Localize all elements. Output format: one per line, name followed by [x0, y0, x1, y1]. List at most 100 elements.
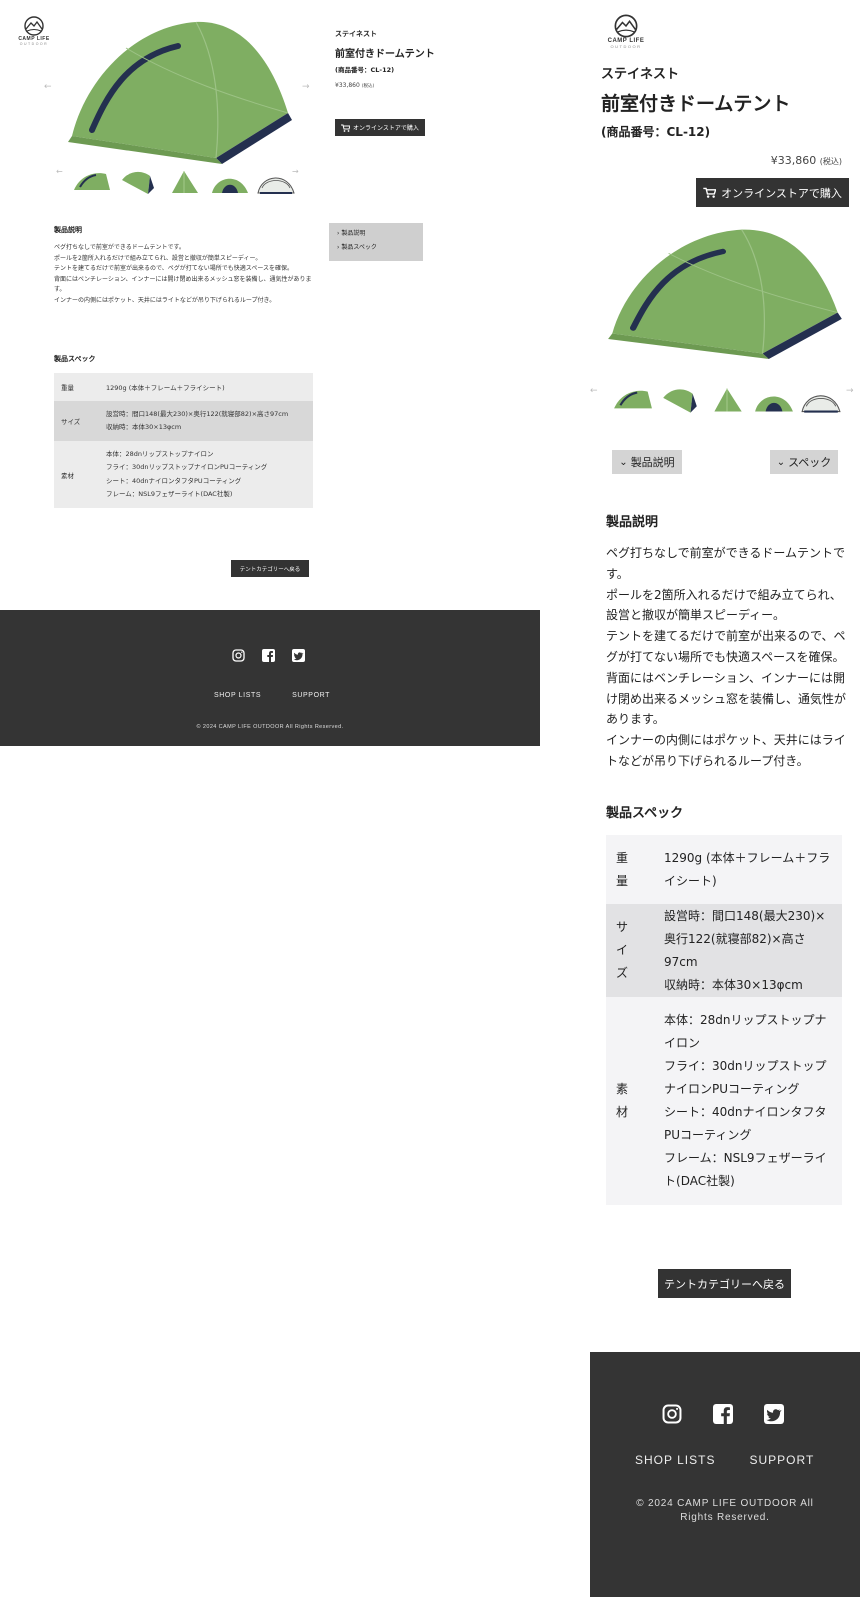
gallery-next-arrow[interactable]: →	[302, 82, 310, 92]
thumbnail[interactable]	[659, 385, 701, 415]
sns-links	[662, 1404, 784, 1424]
product-price-row: ¥33,860 (税込)	[771, 154, 842, 167]
footer-link-shop-lists[interactable]: SHOP LISTS	[214, 692, 261, 699]
thumbs-prev-arrow[interactable]: ←	[56, 167, 63, 176]
thumbnail-strip	[72, 168, 295, 196]
description-line: ペグ打ちなしで前室ができるドームテントです。	[54, 244, 185, 251]
description-heading: 製品説明	[54, 226, 82, 234]
spec-label: 重量	[61, 384, 74, 392]
spec-value: 設営時：間口148(最大230)×奥行122(就寝部82)×高さ97cm 収納時…	[664, 908, 826, 992]
back-to-category-button[interactable]: テントカテゴリーへ戻る	[658, 1269, 791, 1298]
description-heading: 製品説明	[606, 515, 659, 530]
thumbnail[interactable]	[612, 385, 654, 415]
site-footer: SHOP LISTS SUPPORT © 2024 CAMP LIFE OUTD…	[590, 1352, 860, 1597]
thumbnail[interactable]	[164, 168, 204, 196]
brand-logo[interactable]: CAMP LIFE OUTDOOR	[13, 16, 55, 46]
thumbnail[interactable]	[256, 168, 296, 196]
thumbnail[interactable]	[210, 168, 250, 196]
mountain-logo-icon	[614, 14, 638, 38]
back-to-category-button[interactable]: テントカテゴリーへ戻る	[231, 560, 309, 577]
instagram-icon[interactable]	[662, 1404, 682, 1424]
facebook-icon[interactable]	[713, 1404, 733, 1424]
spec-table: 重量 1290g (本体＋フレーム＋フライシート) サイズ 設営時：間口148(…	[606, 835, 842, 1205]
spec-row-material: 素材 本体：28dnリップストップナイロン フライ：30dnリップストップナイロ…	[54, 441, 313, 508]
description-line: ペグ打ちなしで前室ができるドームテントです。	[606, 546, 846, 581]
spec-label: 重量	[616, 850, 629, 888]
cart-icon	[703, 187, 717, 198]
thumbnail[interactable]	[118, 168, 158, 196]
tax-note: (税込)	[819, 157, 842, 166]
spec-value: 1290g (本体＋フレーム＋フライシート)	[664, 850, 831, 888]
description-line: 背面にはベンチレーション、インナーには開け閉め出来るメッシュ窓を装備し、通気性が…	[54, 275, 312, 294]
spec-value: 1290g (本体＋フレーム＋フライシート)	[106, 384, 225, 392]
gallery-prev-arrow[interactable]: ←	[44, 82, 52, 92]
description-line: ポールを2箇所入れるだけで組み立てられ、設営と撤収が簡単スピーディー。	[606, 587, 842, 623]
thumbs-next-arrow[interactable]: →	[292, 167, 299, 176]
spec-value: 本体：28dnリップストップナイロン フライ：30dnリップストップナイロンPU…	[106, 449, 268, 499]
description-body: ペグ打ちなしで前室ができるドームテントです。 ポールを2箇所入れるだけで組み立て…	[606, 543, 846, 772]
brand-sub: OUTDOOR	[610, 44, 642, 49]
anchor-link-description[interactable]: ⌄ 製品説明	[612, 450, 682, 474]
thumbnail-strip	[612, 385, 841, 415]
anchor-link-spec[interactable]: ⌄ スペック	[770, 450, 838, 474]
footer-link-shop-lists[interactable]: SHOP LISTS	[635, 1453, 715, 1467]
product-title: 前室付きドームテント	[335, 49, 435, 60]
cart-icon	[341, 124, 351, 132]
thumbs-prev-arrow[interactable]: ←	[590, 386, 598, 396]
buy-online-button[interactable]: オンラインストアで購入	[696, 178, 849, 207]
facebook-icon[interactable]	[262, 649, 275, 662]
mountain-logo-icon	[24, 16, 44, 36]
product-price: ¥33,860	[770, 154, 817, 167]
spec-label: 素材	[616, 1082, 629, 1119]
spec-value: 本体：28dnリップストップナイロン フライ：30dnリップストップナイロンPU…	[664, 1013, 827, 1188]
footer-link-support[interactable]: SUPPORT	[292, 692, 330, 699]
thumbnail[interactable]	[753, 385, 795, 415]
anchor-link-description[interactable]: › 製品説明	[337, 228, 415, 237]
brand-sub: OUTDOOR	[19, 42, 49, 46]
thumbnail[interactable]	[706, 385, 748, 415]
twitter-icon[interactable]	[764, 1404, 784, 1424]
description-line: テントを建てるだけで前室が出来るので、ペグが打てない場所でも快適スペースを確保。	[54, 265, 294, 272]
product-code: (商品番号：CL-12)	[335, 66, 395, 74]
main-product-image	[606, 226, 846, 359]
spec-value: 設営時：間口148(最大230)×奥行122(就寝部82)×高さ97cm 収納時…	[106, 410, 289, 431]
product-price: ¥33,860	[335, 82, 360, 89]
description-line: ポールを2箇所入れるだけで組み立てられ、設営と撤収が簡単スピーディー。	[54, 254, 262, 262]
tax-note: (税込)	[361, 84, 375, 89]
sns-links	[232, 649, 305, 662]
product-maker: ステイネスト	[601, 67, 680, 82]
footer-link-support[interactable]: SUPPORT	[749, 1453, 814, 1467]
thumbnail[interactable]	[72, 168, 112, 196]
description-line: テントを建てるだけで前室が出来るので、ペグが打てない場所でも快適スペースを確保。	[606, 629, 846, 664]
footer-links: SHOP LISTS SUPPORT	[214, 692, 330, 699]
spec-row-weight: 重量 1290g (本体＋フレーム＋フライシート)	[606, 835, 842, 904]
desktop-view: CAMP LIFE OUTDOOR ← → ← → ステイネスト 前室付きドーム…	[0, 0, 540, 748]
description-line: インナーの内側にはポケット、天井にはライトなどが吊り下げられるループ付き。	[606, 733, 846, 768]
instagram-icon[interactable]	[232, 649, 245, 662]
anchor-nav: › 製品説明 › 製品スペック	[329, 223, 423, 261]
buy-online-label: オンラインストアで購入	[721, 186, 842, 200]
buy-online-button[interactable]: オンラインストアで購入	[335, 119, 425, 136]
spec-row-weight: 重量 1290g (本体＋フレーム＋フライシート)	[54, 373, 313, 401]
copyright: © 2024 CAMP LIFE OUTDOOR All Rights Rese…	[636, 1498, 814, 1523]
site-footer: SHOP LISTS SUPPORT © 2024 CAMP LIFE OUTD…	[0, 610, 540, 746]
product-title: 前室付きドームテント	[601, 93, 791, 115]
footer-links: SHOP LISTS SUPPORT	[635, 1453, 814, 1467]
chevron-down-icon: ⌄	[776, 456, 786, 468]
chevron-down-icon: ⌄	[619, 456, 628, 468]
spec-row-material: 素材 本体：28dnリップストップナイロン フライ：30dnリップストップナイロ…	[606, 997, 842, 1205]
thumbnail[interactable]	[800, 385, 842, 415]
brand-logo[interactable]: CAMP LIFE OUTDOOR	[602, 14, 650, 49]
anchor-link-spec[interactable]: › 製品スペック	[337, 242, 415, 251]
spec-label: サイズ	[616, 920, 629, 980]
spec-heading: 製品スペック	[606, 806, 684, 821]
description-line: 背面にはベンチレーション、インナーには開け閉め出来るメッシュ窓を装備し、通気性が…	[606, 670, 847, 727]
description-body: ペグ打ちなしで前室ができるドームテントです。 ポールを2箇所入れるだけで組み立て…	[54, 243, 312, 306]
description-line: インナーの内側にはポケット、天井にはライトなどが吊り下げられるループ付き。	[54, 296, 276, 304]
copyright: © 2024 CAMP LIFE OUTDOOR All Rights Rese…	[196, 724, 344, 730]
twitter-icon[interactable]	[292, 649, 305, 662]
thumbs-next-arrow[interactable]: →	[846, 386, 854, 396]
main-product-image	[66, 18, 296, 164]
buy-online-label: オンラインストアで購入	[353, 125, 419, 132]
spec-row-size: サイズ 設営時：間口148(最大230)×奥行122(就寝部82)×高さ97cm…	[54, 401, 313, 441]
